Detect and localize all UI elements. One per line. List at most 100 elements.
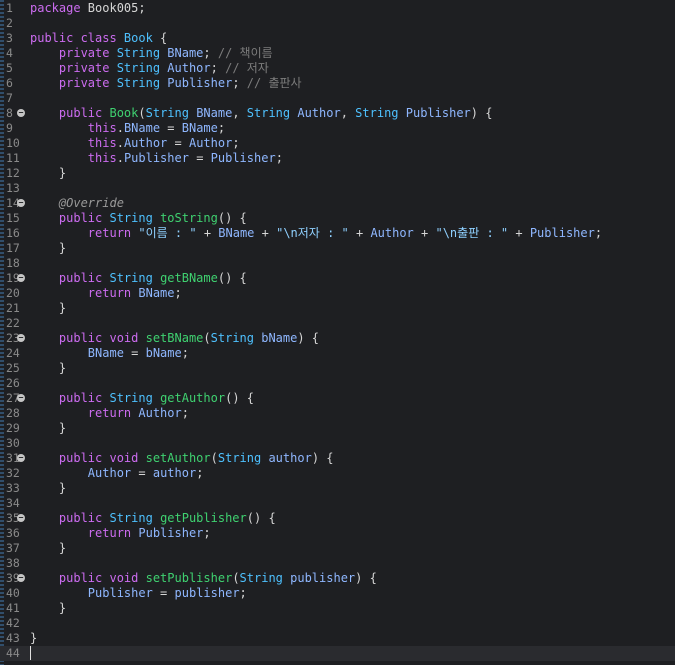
code-line[interactable]: 25 } xyxy=(0,361,675,376)
code-line[interactable]: 31− public void setAuthor(String author)… xyxy=(0,451,675,466)
code-token: () { xyxy=(246,511,276,525)
code-line[interactable]: 14− @Override xyxy=(0,196,675,211)
code-token: Book005; xyxy=(87,1,146,15)
code-line[interactable]: 37 } xyxy=(0,541,675,556)
code-token: ; xyxy=(181,406,189,420)
line-number: 17 xyxy=(6,241,20,255)
code-token: BName xyxy=(181,121,218,135)
fold-toggle-icon[interactable]: − xyxy=(17,274,25,282)
code-token: ) { xyxy=(470,106,493,120)
code-line[interactable]: 3 public class Book { xyxy=(0,31,675,46)
code-line[interactable]: 43} xyxy=(0,631,675,646)
code-token: String xyxy=(145,106,197,120)
code-token: Publisher xyxy=(123,151,189,165)
line-code: public String getBName() { xyxy=(30,271,247,286)
fold-toggle-icon[interactable]: − xyxy=(17,109,25,117)
code-line[interactable]: 4 private String BName; // 책이름 xyxy=(0,46,675,61)
fold-toggle-icon[interactable]: − xyxy=(17,574,25,582)
code-token: ( xyxy=(232,571,240,585)
code-line[interactable]: 23− public void setBName(String bName) { xyxy=(0,331,675,346)
code-token: = xyxy=(160,121,182,135)
code-line[interactable]: 44 xyxy=(0,646,675,661)
line-code: } xyxy=(30,361,66,376)
line-code: } xyxy=(30,241,66,256)
code-token: getAuthor xyxy=(160,391,226,405)
code-line[interactable]: 30 xyxy=(0,436,675,451)
line-number: 42 xyxy=(6,616,20,630)
line-number: 25 xyxy=(6,361,20,375)
code-line[interactable]: 28 return Author; xyxy=(0,406,675,421)
code-token: ; xyxy=(196,466,204,480)
code-token: ; xyxy=(594,226,603,240)
code-line[interactable]: 35− public String getPublisher() { xyxy=(0,511,675,526)
line-code: public String getAuthor() { xyxy=(30,391,254,406)
code-line[interactable]: 15 public String toString() { xyxy=(0,211,675,226)
code-line[interactable]: 8− public Book(String BName, String Auth… xyxy=(0,106,675,121)
code-line[interactable]: 22 xyxy=(0,316,675,331)
code-token: } xyxy=(30,301,67,315)
code-token: } xyxy=(30,361,67,375)
code-token: // 출판사 xyxy=(246,76,302,90)
code-line[interactable]: 27− public String getAuthor() { xyxy=(0,391,675,406)
code-line[interactable]: 21 } xyxy=(0,301,675,316)
code-line[interactable]: 5 private String Author; // 저자 xyxy=(0,61,675,76)
code-line[interactable]: 13 xyxy=(0,181,675,196)
code-line[interactable]: 26 xyxy=(0,376,675,391)
line-number: 11 xyxy=(6,151,20,165)
code-line[interactable]: 20 return BName; xyxy=(0,286,675,301)
code-line[interactable]: 16 return "이름 : " + BName + "\n저자 : " + … xyxy=(0,226,675,241)
code-line[interactable]: 6 private String Publisher; // 출판사 xyxy=(0,76,675,91)
code-line[interactable]: 10 this.Author = Author; xyxy=(0,136,675,151)
text-cursor xyxy=(30,646,31,660)
code-line[interactable]: 29 } xyxy=(0,421,675,436)
fold-toggle-icon[interactable]: − xyxy=(17,199,25,207)
code-token: private xyxy=(58,61,117,75)
line-number: 13 xyxy=(6,181,20,195)
code-token: return xyxy=(87,226,139,240)
code-line[interactable]: 12 } xyxy=(0,166,675,181)
code-line[interactable]: 18 xyxy=(0,256,675,271)
code-token: } xyxy=(30,481,67,495)
code-line[interactable]: 19− public String getBName() { xyxy=(0,271,675,286)
fold-toggle-icon[interactable]: − xyxy=(17,334,25,342)
code-line[interactable]: 36 return Publisher; xyxy=(0,526,675,541)
code-token: () { xyxy=(225,391,254,405)
code-editor[interactable]: 1 package Book005; 2 3 public class Book {4 … xyxy=(0,0,675,665)
fold-toggle-icon[interactable]: − xyxy=(17,394,25,402)
line-code: public class Book { xyxy=(30,31,167,46)
line-number: 37 xyxy=(6,541,20,555)
code-token: ) { xyxy=(297,331,320,345)
code-line[interactable]: 34 xyxy=(0,496,675,511)
code-token: ; xyxy=(217,121,226,135)
code-line[interactable]: 1 package Book005; xyxy=(0,1,675,16)
code-token: Book xyxy=(123,31,153,45)
code-line[interactable]: 41 } xyxy=(0,601,675,616)
line-number: 1 xyxy=(6,1,13,15)
code-line[interactable]: 42 xyxy=(0,616,675,631)
fold-toggle-icon[interactable]: − xyxy=(17,514,25,522)
code-line[interactable]: 9 this.BName = BName; xyxy=(0,121,675,136)
code-token: String xyxy=(210,331,262,345)
code-token: ; xyxy=(174,286,182,300)
code-token: public class xyxy=(30,31,124,45)
line-number: 5 xyxy=(6,61,13,75)
code-line[interactable]: 40 Publisher = publisher; xyxy=(0,586,675,601)
code-line[interactable]: 11 this.Publisher = Publisher; xyxy=(0,151,675,166)
code-line[interactable]: 39− public void setPublisher(String publ… xyxy=(0,571,675,586)
code-line[interactable]: 2 xyxy=(0,16,675,31)
code-line[interactable]: 24 BName = bName; xyxy=(0,346,675,361)
line-code: this.Author = Author; xyxy=(30,136,240,151)
code-line[interactable]: 32 Author = author; xyxy=(0,466,675,481)
code-token: public void xyxy=(58,331,146,345)
fold-toggle-icon[interactable]: − xyxy=(17,454,25,462)
code-token: BName xyxy=(167,46,204,60)
code-line[interactable]: 17 } xyxy=(0,241,675,256)
code-token: return xyxy=(87,286,139,300)
code-line[interactable]: 33 } xyxy=(0,481,675,496)
code-line[interactable]: 38 xyxy=(0,556,675,571)
code-token: BName xyxy=(87,346,124,360)
code-token: ; xyxy=(239,586,247,600)
code-line[interactable]: 7 xyxy=(0,91,675,106)
